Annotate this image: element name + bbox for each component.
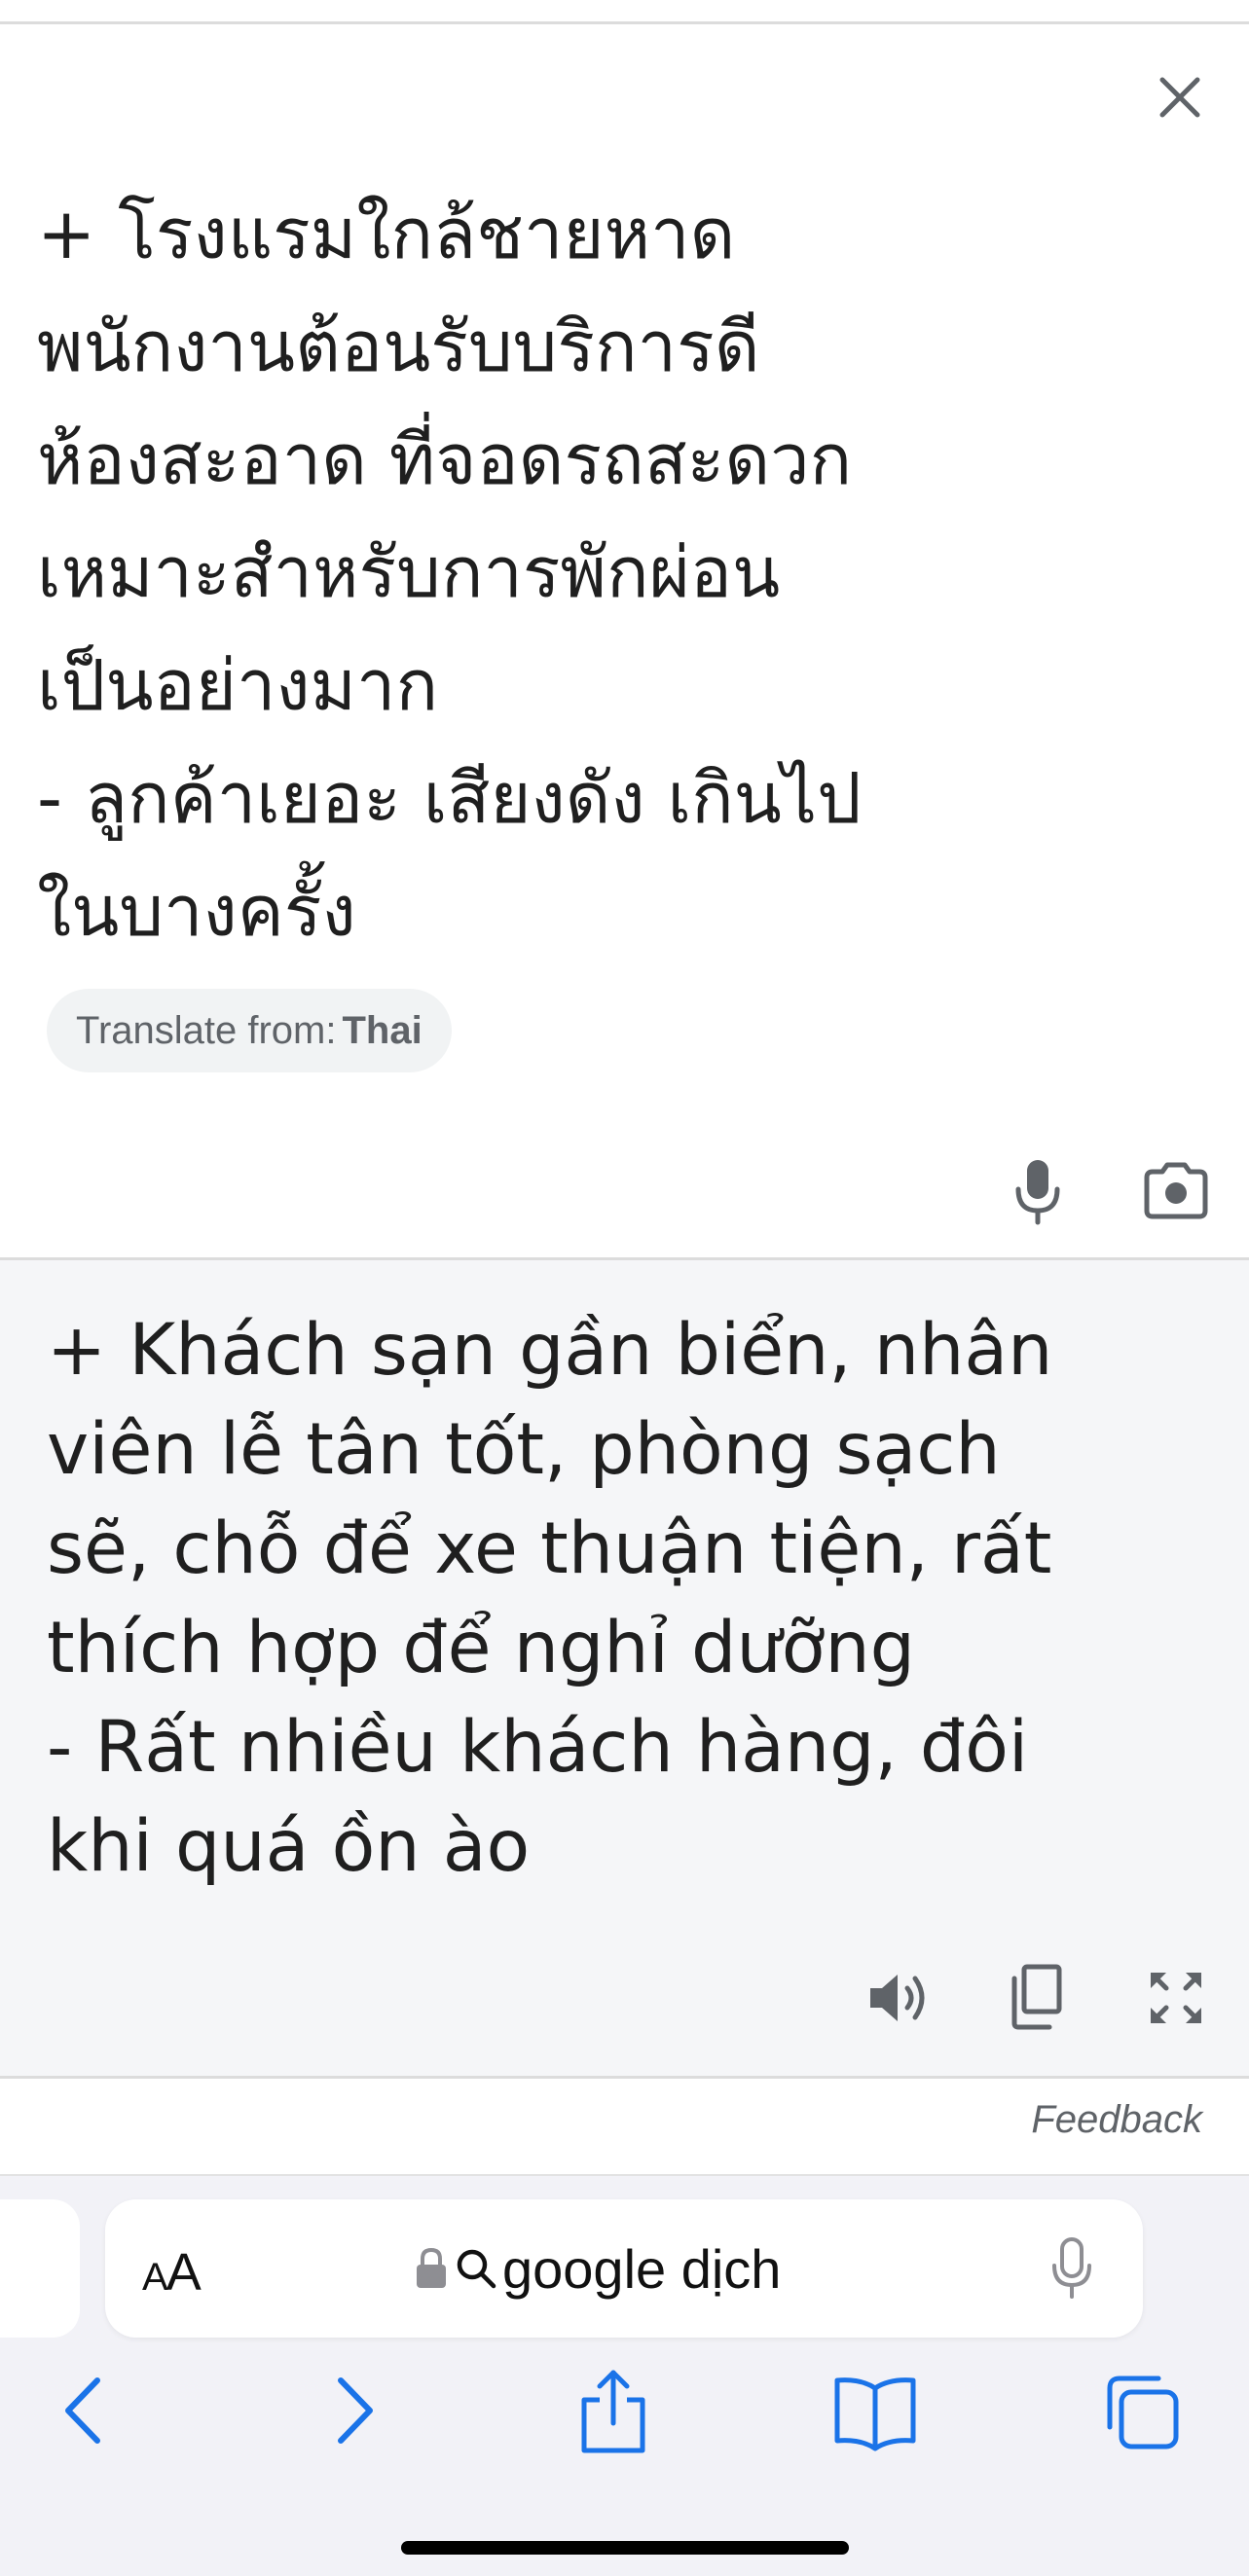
translation-result-panel: + Khách sạn gần biển, nhân viên lễ tân t… <box>0 1257 1249 2079</box>
source-line: ห้องสะอาด ที่จอดรถสะดวก <box>37 418 853 500</box>
translation-line: + Khách sạn gần biển, nhân <box>47 1309 1053 1392</box>
detect-language-chip[interactable]: Translate from: Thai <box>47 989 452 1072</box>
copy-icon <box>1011 1964 1062 2030</box>
close-button[interactable] <box>1149 66 1211 128</box>
close-icon <box>1159 77 1200 118</box>
home-indicator <box>401 2541 849 2555</box>
translation-line: - Rất nhiều khách hàng, đôi <box>47 1706 1029 1789</box>
voice-input-button[interactable] <box>1009 1156 1067 1226</box>
lock-icon <box>417 2247 446 2288</box>
source-line: เป็นอย่างมาก <box>37 644 439 726</box>
detect-label: Translate from: <box>76 1008 337 1052</box>
mic-icon <box>1015 1160 1060 1225</box>
share-button[interactable] <box>576 2367 650 2454</box>
back-icon <box>65 2377 100 2444</box>
bookmarks-icon <box>834 2377 916 2451</box>
translation-line: khi quá ồn ào <box>47 1805 531 1888</box>
forward-icon <box>338 2377 373 2444</box>
share-icon <box>581 2370 645 2453</box>
fullscreen-button[interactable] <box>1145 1967 1207 2029</box>
translation-line: thích hợp để nghỉ dưỡng <box>47 1607 915 1689</box>
top-divider <box>0 21 1249 24</box>
tabs-icon <box>1107 2376 1179 2449</box>
translation-line: viên lễ tân tốt, phòng sạch <box>47 1408 1001 1491</box>
url-text: google dịch <box>502 2237 782 2300</box>
camera-icon <box>1144 1162 1208 1219</box>
source-line: ในบางครั้ง <box>37 870 356 952</box>
copy-button[interactable] <box>1007 1963 1065 2031</box>
listen-button[interactable] <box>864 1967 933 2029</box>
bookmarks-button[interactable] <box>831 2367 919 2454</box>
translation-line: sẽ, chỗ để xe thuận tiện, rất <box>47 1507 1052 1590</box>
source-text-input[interactable]: + โรงแรมใกล้ชายหาด พนักงานต้อนรับบริการด… <box>37 177 1186 967</box>
url-field[interactable]: google dịch <box>415 2234 781 2303</box>
page-settings-button[interactable]: AA <box>142 2242 202 2303</box>
search-icon <box>457 2249 496 2289</box>
dictation-mic-icon[interactable] <box>1047 2236 1096 2301</box>
aa-large: A <box>165 2243 202 2302</box>
feedback-link[interactable]: Feedback <box>1031 2098 1202 2142</box>
camera-button[interactable] <box>1141 1160 1211 1222</box>
previous-tab-card[interactable] <box>0 2199 80 2338</box>
detect-language: Thai <box>342 1008 422 1052</box>
source-line: + โรงแรมใกล้ชายหาด <box>37 193 736 274</box>
source-line: เหมาะสำหรับการพักผ่อน <box>37 531 781 613</box>
fullscreen-icon <box>1151 1973 1201 2023</box>
forward-button[interactable] <box>325 2367 384 2454</box>
back-button[interactable] <box>55 2367 113 2454</box>
address-bar[interactable]: AA google dịch <box>105 2199 1143 2338</box>
speaker-icon <box>870 1975 925 2021</box>
translation-text: + Khách sạn gần biển, nhân viên lễ tân t… <box>47 1301 1215 1897</box>
tabs-button[interactable] <box>1096 2367 1184 2454</box>
aa-small: A <box>142 2256 168 2299</box>
source-line: พนักงานต้อนรับบริการดี <box>37 306 760 387</box>
source-line: - ลูกค้าเยอะ เสียงดัง เกินไป <box>37 757 862 839</box>
